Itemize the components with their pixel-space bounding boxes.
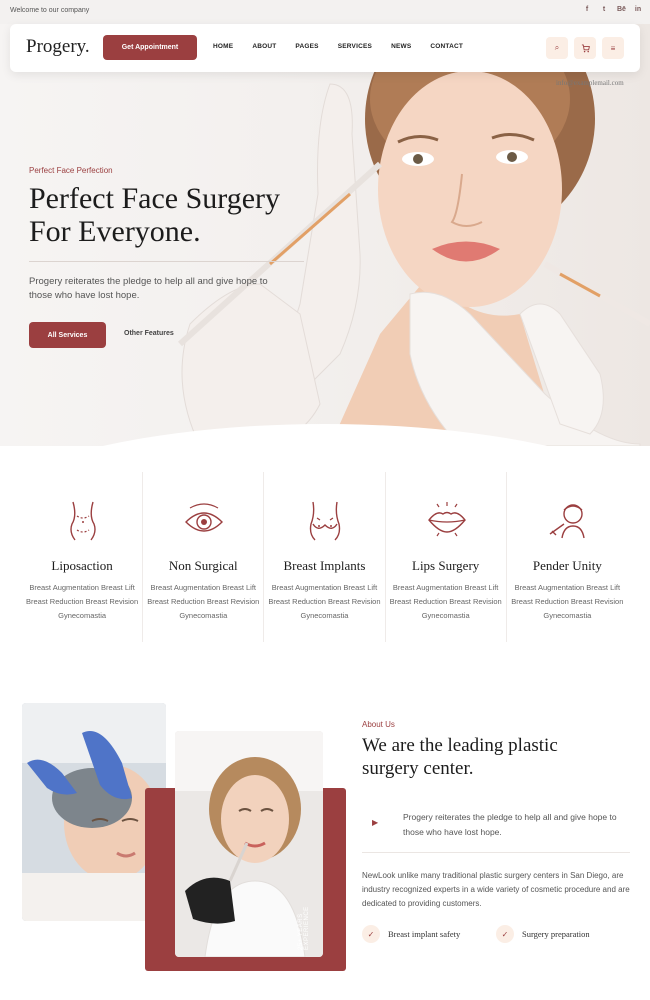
social-links: f t Bē in [583, 6, 642, 13]
service-description: Breast Augmentation Breast Lift Breast R… [147, 583, 260, 620]
quote-text: Progery reiterates the pledge to help al… [403, 812, 617, 837]
main-navbar: Progery. Get Appointment HOME ABOUT PAGE… [10, 24, 640, 72]
hero-title: Perfect Face Surgery For Everyone. [29, 182, 281, 248]
about-title: We are the leading plastic surgery cente… [362, 735, 558, 779]
facebook-icon[interactable]: f [583, 6, 591, 13]
service-title: Liposaction [51, 558, 113, 573]
nav-icon-group: ⌕ ≡ [546, 37, 624, 59]
service-title: Lips Surgery [412, 558, 480, 573]
feature-label: Surgery preparation [522, 929, 590, 939]
nav-news[interactable]: NEWS [391, 43, 411, 50]
service-title: Breast Implants [283, 558, 366, 573]
get-appointment-button[interactable]: Get Appointment [103, 35, 197, 60]
service-title: Non Surgical [168, 558, 238, 573]
service-description: Breast Augmentation Breast Lift Breast R… [511, 583, 624, 620]
about-body-text: NewLook unlike many traditional plastic … [362, 871, 630, 908]
breast-implant-icon [310, 501, 341, 541]
cart-icon-glyph [581, 43, 590, 52]
services-row: Liposaction Breast Augmentation Breast L… [22, 472, 628, 642]
play-icon[interactable]: ▶ [372, 818, 382, 828]
service-card[interactable]: Pender Unity Breast Augmentation Breast … [507, 472, 628, 642]
check-icon: ✓ [362, 925, 380, 943]
liposuction-icon [70, 501, 96, 541]
lips-icon [427, 502, 466, 537]
service-card[interactable]: Breast Implants Breast Augmentation Brea… [264, 472, 386, 642]
search-icon[interactable]: ⌕ [546, 37, 568, 59]
hero-divider [29, 261, 304, 262]
service-description: Breast Augmentation Breast Lift Breast R… [26, 583, 139, 620]
service-card[interactable]: Lips Surgery Breast Augmentation Breast … [386, 472, 507, 642]
nav-menu: HOME ABOUT PAGES SERVICES NEWS CONTACT [213, 43, 482, 50]
feature-item: ✓ Breast implant safety [362, 925, 460, 943]
all-services-button[interactable]: All Services [29, 322, 106, 348]
contact-email[interactable]: info@examplemail.com [556, 79, 624, 87]
menu-icon[interactable]: ≡ [602, 37, 624, 59]
top-bar: Welcome to our company f t Bē in [0, 0, 650, 24]
nav-contact[interactable]: CONTACT [430, 43, 463, 50]
service-description: Breast Augmentation Breast Lift Breast R… [389, 583, 502, 620]
service-description: Breast Augmentation Breast Lift Breast R… [268, 583, 381, 620]
service-title: Pender Unity [532, 558, 602, 573]
check-icon: ✓ [496, 925, 514, 943]
experience-badge: 25+ YEARS EXPERIENCE [298, 906, 310, 950]
nav-home[interactable]: HOME [213, 43, 233, 50]
hero-description: Progery reiterates the pledge to help al… [29, 276, 268, 301]
eye-icon [185, 503, 224, 532]
other-features-link[interactable]: Other Features [124, 330, 174, 337]
nav-pages[interactable]: PAGES [295, 43, 318, 50]
service-card[interactable]: Liposaction Breast Augmentation Breast L… [22, 472, 144, 642]
linkedin-icon[interactable]: in [634, 6, 642, 13]
twitter-icon[interactable]: t [600, 6, 608, 13]
behance-icon[interactable]: Bē [617, 6, 626, 13]
about-eyebrow: About Us [362, 720, 395, 729]
nav-about[interactable]: ABOUT [252, 43, 276, 50]
injection-face-icon [549, 504, 585, 539]
feature-label: Breast implant safety [388, 929, 461, 939]
site-logo[interactable]: Progery. [26, 36, 90, 58]
nav-services[interactable]: SERVICES [338, 43, 372, 50]
cart-icon[interactable] [574, 37, 596, 59]
service-card[interactable]: Non Surgical Breast Augmentation Breast … [143, 472, 265, 642]
feature-item: ✓ Surgery preparation [496, 925, 590, 943]
welcome-text: Welcome to our company [10, 7, 90, 14]
hero-eyebrow: Perfect Face Perfection [29, 166, 113, 175]
